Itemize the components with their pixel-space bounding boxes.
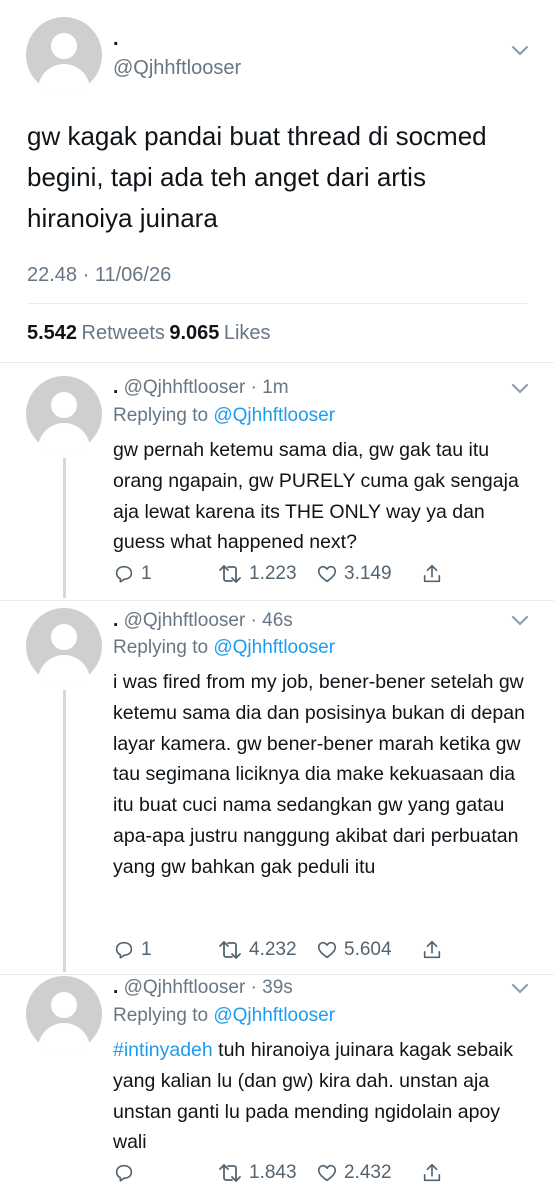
reply-text: i was fired from my job, bener-bener set… [113,671,525,878]
display-name[interactable]: . [113,977,118,998]
reply-count: 1 [141,563,152,584]
default-avatar-icon [51,33,77,59]
retweet-count: 1.223 [249,563,297,584]
reply-button[interactable] [113,1162,141,1184]
handle-time[interactable]: @Qjhhftlooser · 1m [124,377,289,398]
handle[interactable]: @Qjhhftlooser [113,57,241,80]
display-name[interactable]: . [113,28,119,51]
replying-to: Replying to @Qjhhftlooser [113,405,335,427]
share-button[interactable] [421,1162,443,1184]
reply-icon [115,1164,133,1182]
retweet-icon [219,565,241,583]
share-button[interactable] [421,563,443,585]
chevron-down-icon[interactable] [511,614,529,632]
default-avatar-icon [51,392,77,418]
reply-button[interactable]: 1 [113,939,152,961]
share-icon [423,940,441,959]
replying-prefix: Replying to [113,1005,209,1026]
display-name[interactable]: . [113,610,118,631]
like-icon [317,565,337,583]
retweet-icon [219,941,241,959]
thread-line [63,690,66,972]
retweets-count[interactable]: 5.542 [27,322,77,344]
reply-header: . @Qjhhftlooser · 46s [113,610,293,632]
replying-to-link[interactable]: @Qjhhftlooser [213,637,335,658]
retweet-button[interactable]: 4.232 [217,939,297,961]
chevron-down-icon[interactable] [511,982,529,1000]
avatar[interactable] [26,376,102,452]
default-avatar-icon [51,992,77,1018]
like-count: 5.604 [344,939,392,960]
like-count: 2.432 [344,1162,392,1183]
divider [0,600,554,601]
replying-to: Replying to @Qjhhftlooser [113,637,335,659]
reply-header: . @Qjhhftlooser · 1m [113,377,289,399]
reply-icon [115,941,133,959]
retweet-icon [219,1164,241,1182]
share-icon [423,1163,441,1182]
retweets-label[interactable]: Retweets [82,322,165,344]
share-button[interactable] [421,939,443,961]
hashtag-link[interactable]: #intinyadeh [113,1039,213,1061]
reply-header: . @Qjhhftlooser · 39s [113,977,293,999]
display-name[interactable]: . [113,377,118,398]
chevron-down-icon[interactable] [511,382,529,400]
like-count: 3.149 [344,563,392,584]
retweet-count: 1.843 [249,1162,297,1183]
like-button[interactable]: 5.604 [316,939,392,961]
replying-to: Replying to @Qjhhftlooser [113,1005,335,1027]
like-button[interactable]: 2.432 [316,1162,392,1184]
likes-label[interactable]: Likes [224,322,271,344]
likes-count[interactable]: 9.065 [169,322,219,344]
retweet-button[interactable]: 1.223 [217,563,297,585]
thread-line [63,458,66,598]
replying-prefix: Replying to [113,637,209,658]
reply-button[interactable]: 1 [113,563,152,585]
reply-count: 1 [141,939,152,960]
avatar[interactable] [26,976,102,1052]
tweet-text: gw kagak pandai buat thread di socmed be… [27,121,487,233]
reply-icon [115,565,133,583]
retweet-button[interactable]: 1.843 [217,1162,297,1184]
share-icon [423,564,441,583]
replying-to-link[interactable]: @Qjhhftlooser [213,405,335,426]
engagement-stats: 5.542 Retweets 9.065 Likes [27,322,271,345]
handle-time[interactable]: @Qjhhftlooser · 46s [124,610,293,631]
divider [0,362,554,363]
chevron-down-icon[interactable] [511,44,529,62]
avatar[interactable] [26,608,102,684]
retweet-count: 4.232 [249,939,297,960]
reply-text: gw pernah ketemu sama dia, gw gak tau it… [113,439,519,554]
replying-to-link[interactable]: @Qjhhftlooser [213,1005,335,1026]
like-icon [317,1164,337,1182]
divider [27,303,527,304]
reply-text: #intinyadeh tuh hiranoiya juinara kagak … [113,1035,528,1158]
like-button[interactable]: 3.149 [316,563,392,585]
divider [0,974,554,975]
replying-prefix: Replying to [113,405,209,426]
timestamp[interactable]: 22.48 · 11/06/26 [27,264,171,287]
like-icon [317,941,337,959]
default-avatar-icon [51,624,77,650]
handle-time[interactable]: @Qjhhftlooser · 39s [124,977,293,998]
avatar[interactable] [26,17,102,93]
